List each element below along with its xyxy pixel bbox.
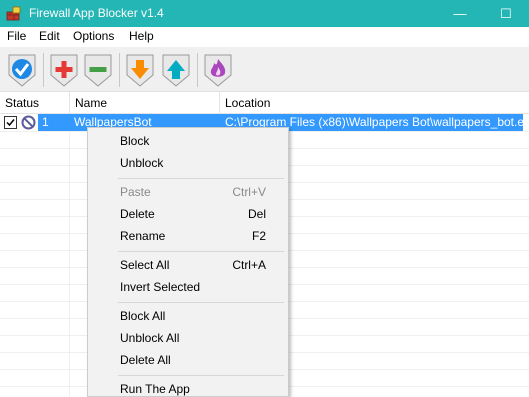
window-title: Firewall App Blocker v1.4 bbox=[29, 6, 164, 20]
column-name[interactable]: Name bbox=[70, 92, 220, 114]
menu-item-paste[interactable]: Paste Ctrl+V bbox=[88, 181, 288, 203]
toolbar-separator bbox=[119, 53, 120, 87]
menu-separator bbox=[118, 251, 284, 252]
toolbar-separator bbox=[197, 53, 198, 87]
row-index: 1 bbox=[42, 115, 49, 129]
flame-icon bbox=[204, 54, 232, 87]
menu-item-select-all[interactable]: Select All Ctrl+A bbox=[88, 254, 288, 276]
menu-item-delete-all[interactable]: Delete All bbox=[88, 349, 288, 371]
blocked-status-icon bbox=[21, 115, 36, 130]
minimize-button[interactable]: — bbox=[437, 0, 483, 27]
menu-separator bbox=[118, 302, 284, 303]
arrow-down-icon bbox=[126, 54, 154, 87]
minus-icon bbox=[84, 54, 112, 87]
maximize-button[interactable]: ☐ bbox=[483, 0, 529, 27]
column-location[interactable]: Location bbox=[220, 92, 529, 114]
title-bar: Firewall App Blocker v1.4 — ☐ bbox=[0, 0, 529, 27]
row-checkbox[interactable] bbox=[4, 116, 17, 129]
list-header: Status Name Location bbox=[0, 92, 529, 114]
firewall-button[interactable] bbox=[201, 51, 235, 89]
menu-item-shortcut: Ctrl+V bbox=[232, 185, 266, 199]
column-status[interactable]: Status bbox=[0, 92, 70, 114]
menu-item-label: Unblock bbox=[120, 156, 164, 170]
import-button[interactable] bbox=[123, 51, 157, 89]
menu-item-label: Delete bbox=[120, 207, 155, 221]
menu-bar: File Edit Options Help bbox=[0, 27, 529, 47]
checkmark-icon bbox=[8, 54, 36, 87]
menu-item-label: Select All bbox=[120, 258, 170, 272]
arrow-up-icon bbox=[162, 54, 190, 87]
menu-item-delete[interactable]: Delete Del bbox=[88, 203, 288, 225]
toolbar bbox=[0, 47, 529, 92]
menu-item-label: Paste bbox=[120, 185, 151, 199]
menu-separator bbox=[118, 178, 284, 179]
plus-icon bbox=[50, 54, 78, 87]
menu-item-block-all[interactable]: Block All bbox=[88, 305, 288, 327]
menu-help[interactable]: Help bbox=[129, 29, 154, 43]
app-logo-icon bbox=[6, 6, 21, 21]
grid-line bbox=[69, 114, 70, 397]
menu-separator bbox=[118, 375, 284, 376]
export-button[interactable] bbox=[159, 51, 193, 89]
add-button[interactable] bbox=[47, 51, 81, 89]
menu-item-label: Invert Selected bbox=[120, 280, 201, 294]
menu-item-shortcut: Del bbox=[247, 207, 266, 221]
menu-item-invert-selected[interactable]: Invert Selected bbox=[88, 276, 288, 298]
menu-item-shortcut: F2 bbox=[251, 229, 266, 243]
menu-item-unblock[interactable]: Unblock bbox=[88, 152, 288, 174]
menu-item-label: Rename bbox=[120, 229, 166, 243]
menu-item-label: Delete All bbox=[120, 353, 171, 367]
menu-item-label: Block bbox=[120, 134, 150, 148]
menu-item-unblock-all[interactable]: Unblock All bbox=[88, 327, 288, 349]
menu-item-label: Unblock All bbox=[120, 331, 180, 345]
allow-button[interactable] bbox=[5, 51, 39, 89]
menu-edit[interactable]: Edit bbox=[39, 29, 60, 43]
menu-options[interactable]: Options bbox=[73, 29, 114, 43]
menu-file[interactable]: File bbox=[7, 29, 26, 43]
remove-button[interactable] bbox=[81, 51, 115, 89]
menu-item-run-the-app[interactable]: Run The App bbox=[88, 378, 288, 397]
menu-item-block[interactable]: Block bbox=[88, 130, 288, 152]
context-menu: Block Unblock Paste Ctrl+V Delete Del Re… bbox=[87, 127, 289, 397]
menu-item-rename[interactable]: Rename F2 bbox=[88, 225, 288, 247]
menu-item-shortcut: Ctrl+A bbox=[232, 258, 266, 272]
menu-item-label: Block All bbox=[120, 309, 166, 323]
toolbar-separator bbox=[43, 53, 44, 87]
check-icon bbox=[6, 119, 15, 127]
menu-item-label: Run The App bbox=[120, 382, 190, 396]
